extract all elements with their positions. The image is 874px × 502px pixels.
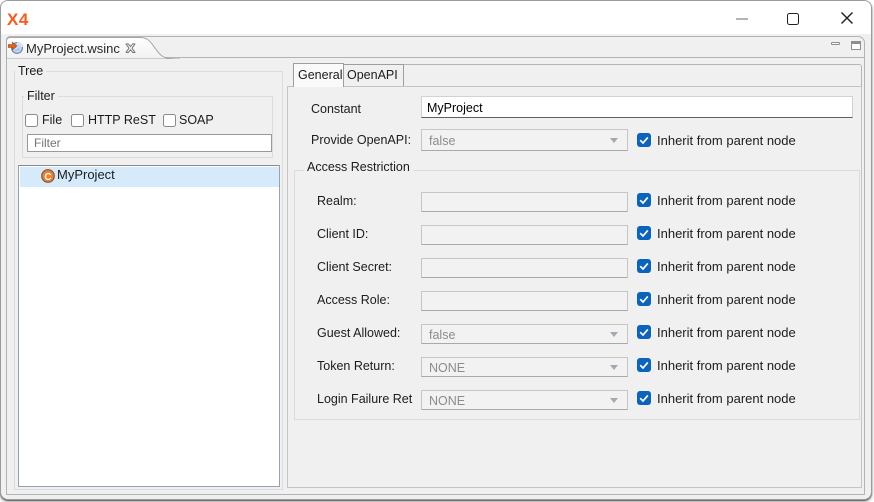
svg-text:C: C [44,172,51,183]
